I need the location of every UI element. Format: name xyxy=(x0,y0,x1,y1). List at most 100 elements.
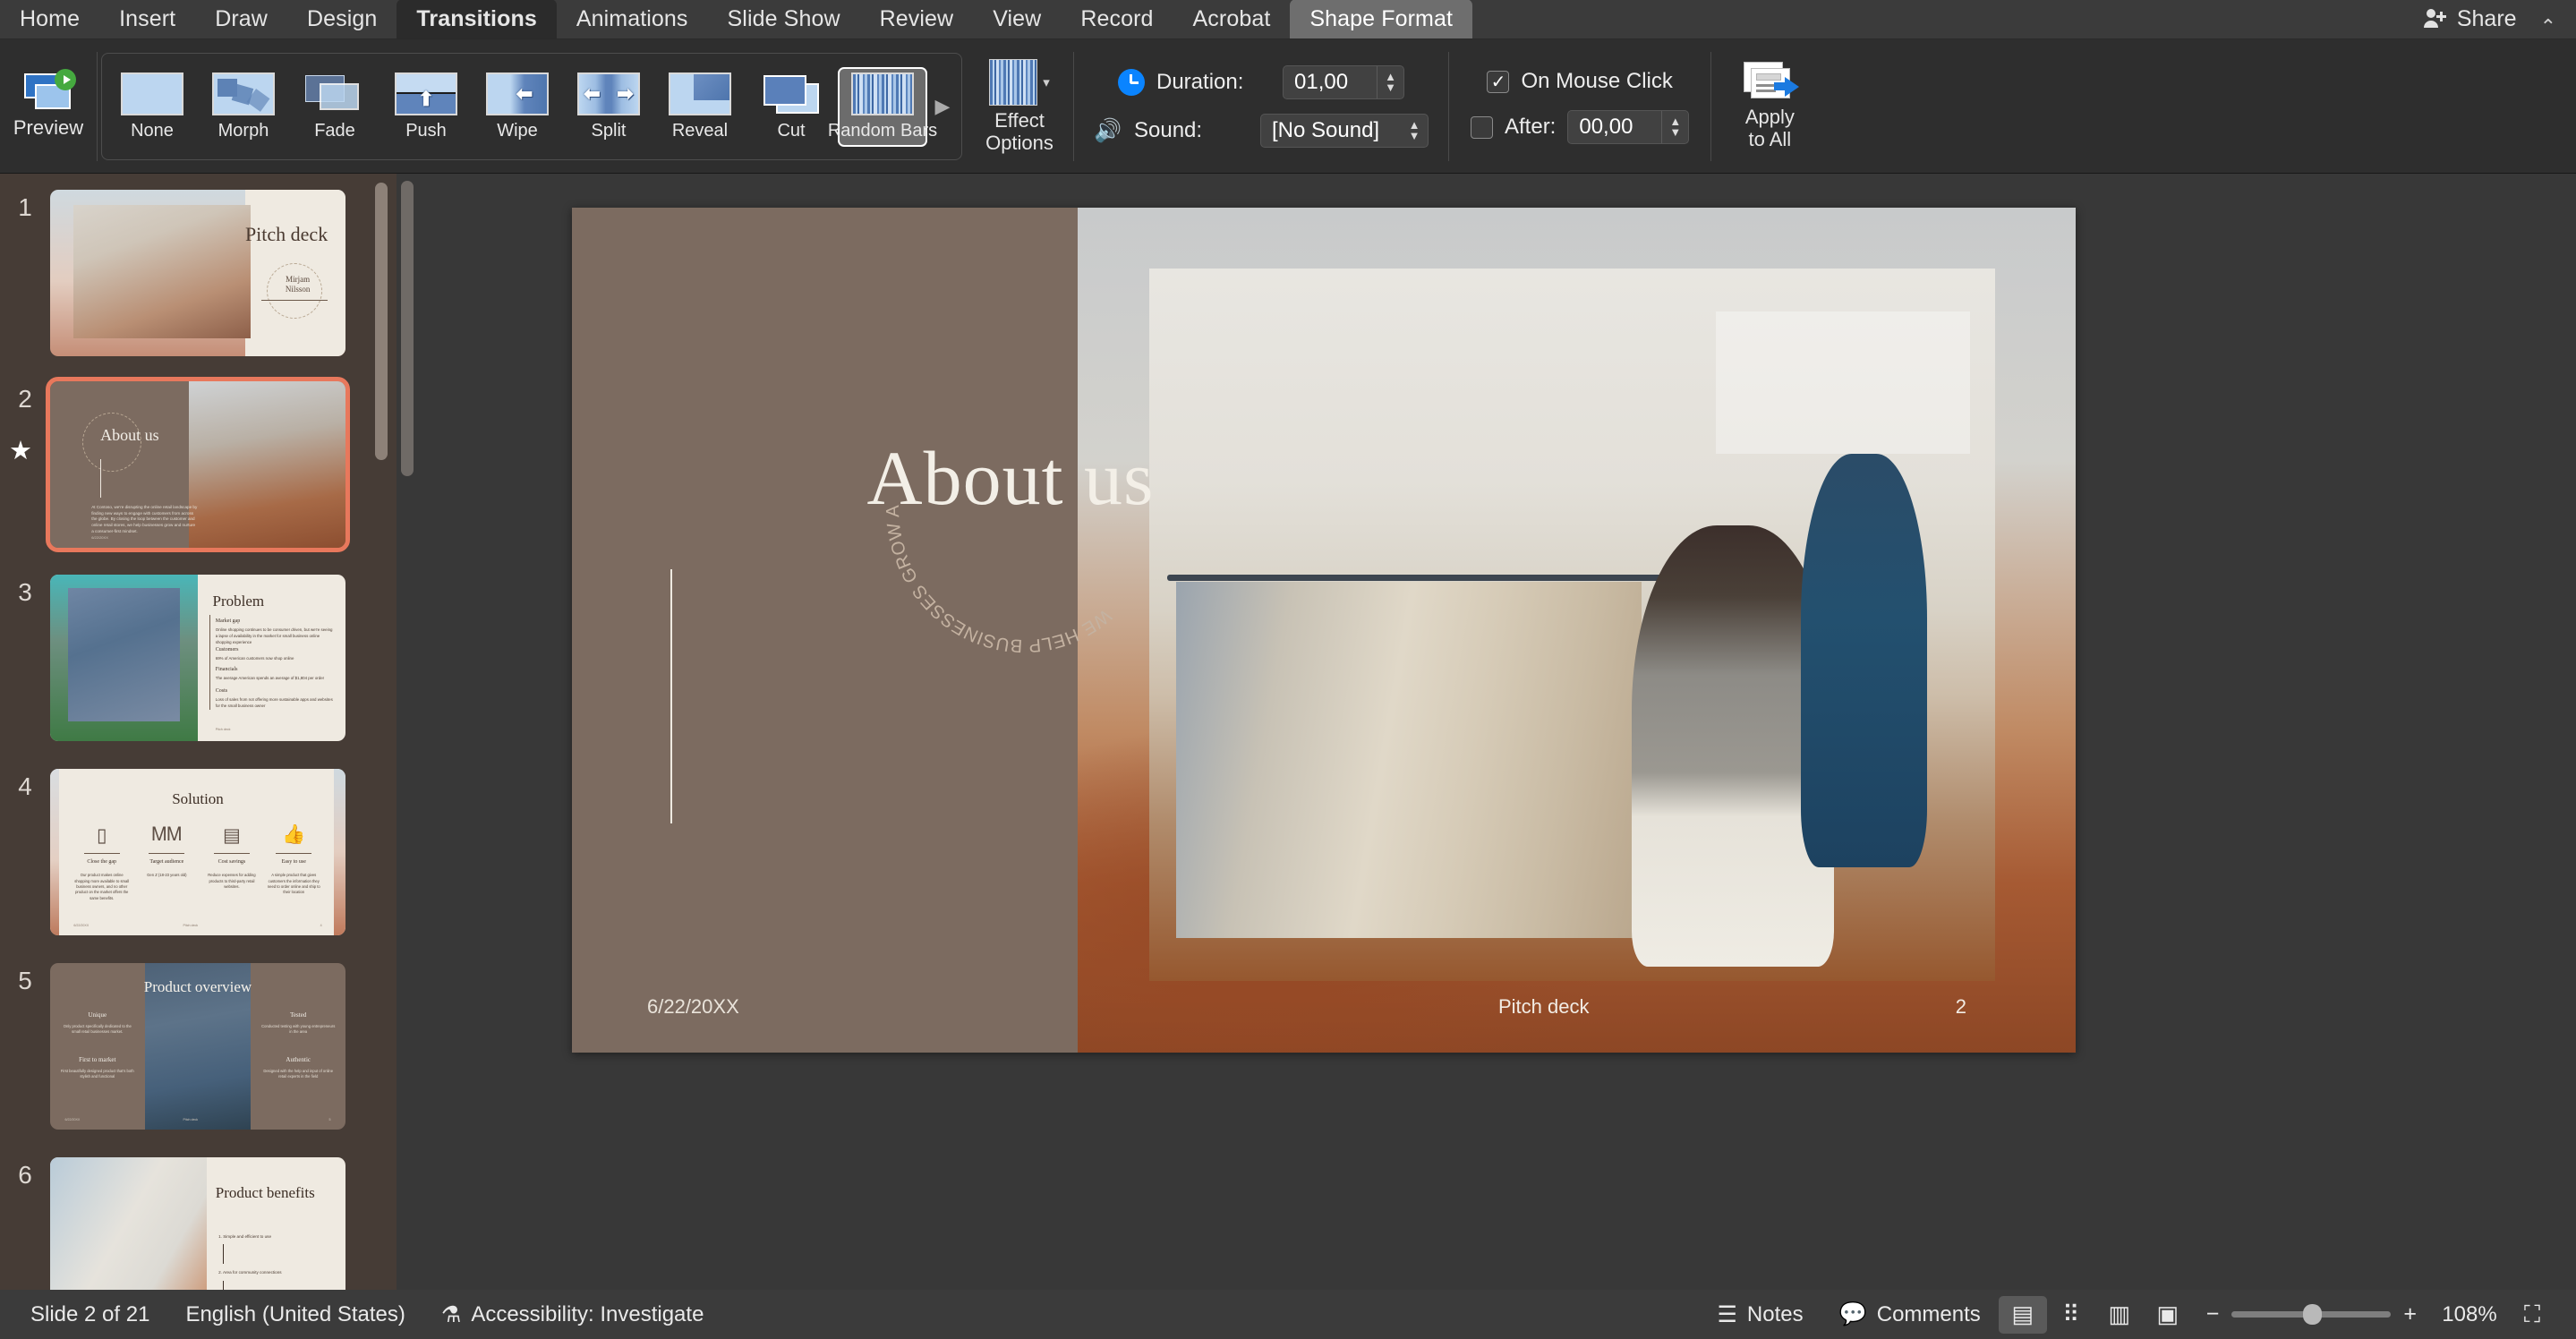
transition-fade[interactable]: Fade xyxy=(290,67,380,147)
tab-shape-format[interactable]: Shape Format xyxy=(1290,0,1473,38)
slide-date-footer[interactable]: 6/22/20XX xyxy=(647,995,739,1019)
slide-5-preview[interactable]: Product overview Unique Only product spe… xyxy=(50,963,345,1130)
thumbnail-slide-2[interactable]: 2 About us At Contoso, we're disrupting … xyxy=(0,377,397,552)
accessibility-status[interactable]: ⚗ Accessibility: Investigate xyxy=(423,1301,722,1328)
after-checkbox[interactable] xyxy=(1471,115,1493,139)
tab-slide-show[interactable]: Slide Show xyxy=(708,0,860,38)
slide-counter[interactable]: Slide 2 of 21 xyxy=(0,1302,167,1327)
apply-to-all-button[interactable]: Apply to All xyxy=(1711,39,1828,174)
comments-button[interactable]: 💬 Comments xyxy=(1821,1301,1999,1327)
duration-stepper-arrows[interactable]: ▲ ▼ xyxy=(1377,66,1403,98)
slide-title[interactable]: About us xyxy=(670,433,1351,523)
tab-record[interactable]: Record xyxy=(1061,0,1173,38)
thumbnail-slide-5[interactable]: 5 Product overview Unique Only product s… xyxy=(0,963,397,1130)
slide-3-photo xyxy=(67,587,181,721)
fit-to-window-button[interactable]: ⛶ xyxy=(2508,1296,2556,1334)
thumbnail-slide-6[interactable]: 6 Product benefits 1. Simple and efficie… xyxy=(0,1157,397,1290)
current-slide[interactable]: WE HELP BUSINESSES GROW AND NURTURE A CO… xyxy=(572,208,2076,1053)
transition-random-bars[interactable]: Random Bars xyxy=(828,66,937,147)
zoom-track[interactable] xyxy=(2231,1304,2392,1325)
slide-deck-name-footer[interactable]: Pitch deck xyxy=(1498,995,1590,1019)
slide-6-tick-0 xyxy=(223,1243,225,1265)
normal-view-icon: ▤ xyxy=(2011,1301,2034,1327)
slide-2-photo xyxy=(189,381,345,548)
minus-icon[interactable]: − xyxy=(2206,1301,2220,1327)
slide-2-preview[interactable]: About us At Contoso, we're disrupting th… xyxy=(46,377,350,552)
on-mouse-click-checkbox[interactable]: ✓ xyxy=(1487,70,1510,93)
after-stepper-arrows[interactable]: ▲ ▼ xyxy=(1661,111,1688,143)
transition-fade-thumbnail xyxy=(303,72,366,115)
slide-4-preview[interactable]: Solution ▯ Close the gap Our product mak… xyxy=(50,769,345,935)
tab-design[interactable]: Design xyxy=(287,0,397,38)
preview-group: Preview xyxy=(0,39,97,174)
slide-3-block-1: Customers 69% of American customers now … xyxy=(215,646,294,661)
thumbnail-scrollbar-thumb[interactable] xyxy=(375,183,388,460)
tab-home[interactable]: Home xyxy=(0,0,99,38)
zoom-knob[interactable] xyxy=(2303,1304,2323,1325)
slide-editor-canvas[interactable]: WE HELP BUSINESSES GROW AND NURTURE A CO… xyxy=(397,174,2576,1290)
preview-button[interactable]: Preview xyxy=(13,69,84,140)
reading-view-button[interactable]: ▥ xyxy=(2095,1296,2144,1334)
comments-label: Comments xyxy=(1876,1301,1981,1326)
tab-animations[interactable]: Animations xyxy=(557,0,708,38)
tab-insert[interactable]: Insert xyxy=(99,0,195,38)
language-indicator[interactable]: English (United States) xyxy=(167,1302,422,1327)
slide-6-preview[interactable]: Product benefits 1. Simple and efficient… xyxy=(50,1157,345,1290)
slide-3-vline xyxy=(209,614,211,710)
slide-1-preview[interactable]: Pitch deck Mirjam Nilsson xyxy=(50,190,345,356)
effect-options-group[interactable]: ▾ Effect Options xyxy=(966,39,1073,174)
transition-split[interactable]: ⬅ ➡ Split xyxy=(564,67,653,147)
transition-reveal[interactable]: Reveal xyxy=(655,67,745,147)
transition-star-icon[interactable]: ★ xyxy=(9,435,32,466)
duration-stepper[interactable]: 01,00 ▲ ▼ xyxy=(1283,65,1404,99)
preview-label: Preview xyxy=(13,116,84,140)
slide-1-rule xyxy=(261,299,328,301)
slide-5-footer-right: 5 xyxy=(328,1117,331,1122)
tab-acrobat[interactable]: Acrobat xyxy=(1173,0,1291,38)
photo-clothes-rail xyxy=(1167,575,1692,582)
slide-sorter-view-button[interactable]: ⠿ xyxy=(2047,1296,2095,1334)
zoom-slider[interactable]: − + xyxy=(2192,1301,2431,1327)
advance-slide-group: ✓ On Mouse Click After: 00,00 ▲ ▼ xyxy=(1449,39,1710,174)
after-stepper[interactable]: 00,00 ▲ ▼ xyxy=(1567,110,1690,144)
transition-wipe[interactable]: ⬅ Wipe xyxy=(473,67,562,147)
thumbnail-slide-4[interactable]: 4 Solution ▯ Close the gap Our product m… xyxy=(0,769,397,935)
transition-none[interactable]: None xyxy=(107,67,197,147)
slide-photo[interactable] xyxy=(1078,208,2076,1053)
transition-push-thumbnail: ⬆ xyxy=(395,72,457,115)
duration-value[interactable]: 01,00 xyxy=(1284,70,1377,95)
zoom-level[interactable]: 108% xyxy=(2431,1302,2508,1327)
slide-page-number[interactable]: 2 xyxy=(1956,995,1966,1019)
after-row[interactable]: After: 00,00 ▲ ▼ xyxy=(1471,110,1690,144)
share-button[interactable]: Share xyxy=(2407,0,2533,38)
thumbnail-slide-3[interactable]: 3 Problem Market gap Online shopping con… xyxy=(0,575,397,741)
tab-review[interactable]: Review xyxy=(860,0,974,38)
plus-icon[interactable]: + xyxy=(2403,1301,2417,1327)
tab-transitions[interactable]: Transitions xyxy=(397,0,557,38)
transition-morph[interactable]: Morph xyxy=(199,67,288,147)
sound-dropdown-arrows[interactable]: ▲ ▼ xyxy=(1401,119,1428,142)
clock-icon xyxy=(1118,69,1145,96)
transition-cut[interactable]: Cut xyxy=(746,67,836,147)
slide-show-view-button[interactable]: ▣ xyxy=(2144,1296,2192,1334)
after-value[interactable]: 00,00 xyxy=(1568,115,1661,140)
notes-button[interactable]: ☰ Notes xyxy=(1699,1301,1821,1328)
sound-dropdown[interactable]: [No Sound] ▲ ▼ xyxy=(1260,114,1429,148)
gallery-more-arrow-icon[interactable]: ▶ xyxy=(929,95,956,118)
transition-push-label: Push xyxy=(405,120,447,141)
tab-draw[interactable]: Draw xyxy=(195,0,287,38)
normal-view-button[interactable]: ▤ xyxy=(1998,1295,2047,1334)
canvas-scrollbar-track[interactable] xyxy=(401,181,414,1282)
thumbnail-slide-1[interactable]: 1 Pitch deck Mirjam Nilsson xyxy=(0,190,397,356)
slide-4-footer-left: 6/22/20XX xyxy=(73,923,90,927)
slide-3-preview[interactable]: Problem Market gap Online shopping conti… xyxy=(50,575,345,741)
slide-thumbnail-panel[interactable]: 1 Pitch deck Mirjam Nilsson 2 About us A… xyxy=(0,174,397,1290)
canvas-scrollbar-thumb[interactable] xyxy=(401,181,414,476)
transition-reveal-thumbnail xyxy=(669,72,731,115)
thumbnail-scrollbar-track[interactable] xyxy=(375,183,388,1275)
transition-push[interactable]: ⬆ Push xyxy=(381,67,471,147)
chevron-down-icon[interactable]: ▾ xyxy=(1043,74,1050,90)
on-mouse-click-row[interactable]: ✓ On Mouse Click xyxy=(1487,69,1673,94)
tab-view[interactable]: View xyxy=(973,0,1061,38)
chevron-up-icon[interactable]: ⌃ xyxy=(2533,15,2576,38)
